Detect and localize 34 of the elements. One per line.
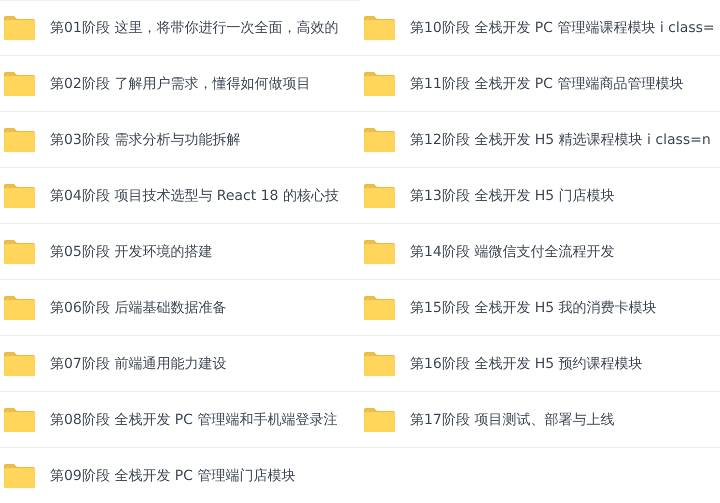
folder-name[interactable]: 第10阶段 全栈开发 PC 管理端课程模块 i class= <box>410 18 715 36</box>
folder-icon <box>3 126 36 152</box>
folder-icon <box>363 294 396 320</box>
folder-name[interactable]: 第14阶段 端微信支付全流程开发 <box>410 242 614 260</box>
folder-icon <box>3 406 36 432</box>
folder-name[interactable]: 第07阶段 前端通用能力建设 <box>50 354 226 372</box>
folder-icon <box>3 182 36 208</box>
folder-name[interactable]: 第17阶段 项目测试、部署与上线 <box>410 410 614 428</box>
folder-name[interactable]: 第09阶段 全栈开发 PC 管理端门店模块 <box>50 466 296 484</box>
folder-icon <box>3 238 36 264</box>
folder-icon <box>3 462 36 488</box>
folder-icon <box>3 15 36 41</box>
folder-name[interactable]: 第12阶段 全栈开发 H5 精选课程模块 i class=n <box>410 130 711 148</box>
folder-name[interactable]: 第13阶段 全栈开发 H5 门店模块 <box>410 186 615 204</box>
folder-name[interactable]: 第03阶段 需求分析与功能拆解 <box>50 130 240 148</box>
folder-icon <box>363 14 396 40</box>
folder-name[interactable]: 第04阶段 项目技术选型与 React 18 的核心技 <box>50 186 339 204</box>
folder-name[interactable]: 第08阶段 全栈开发 PC 管理端和手机端登录注 <box>50 410 338 428</box>
folder-icon <box>363 126 396 152</box>
folder-name[interactable]: 第06阶段 后端基础数据准备 <box>50 298 226 316</box>
folder-icon <box>3 294 36 320</box>
folder-name[interactable]: 第15阶段 全栈开发 H5 我的消费卡模块 <box>410 298 657 316</box>
folder-icon <box>363 350 396 376</box>
folder-name[interactable]: 第16阶段 全栈开发 H5 预约课程模块 <box>410 354 643 372</box>
folder-icon <box>363 182 396 208</box>
folder-name[interactable]: 第11阶段 全栈开发 PC 管理端商品管理模块 <box>410 74 684 92</box>
folder-icon <box>363 70 396 96</box>
folder-name[interactable]: 第02阶段 了解用户需求，懂得如何做项目 <box>50 74 310 92</box>
folder-icon <box>363 406 396 432</box>
folder-icon <box>3 70 36 96</box>
folder-name[interactable]: 第01阶段 这里，将带你进行一次全面，高效的 <box>50 19 338 37</box>
folder-name[interactable]: 第05阶段 开发环境的搭建 <box>50 242 212 260</box>
folder-icon <box>363 238 396 264</box>
folder-icon <box>3 350 36 376</box>
